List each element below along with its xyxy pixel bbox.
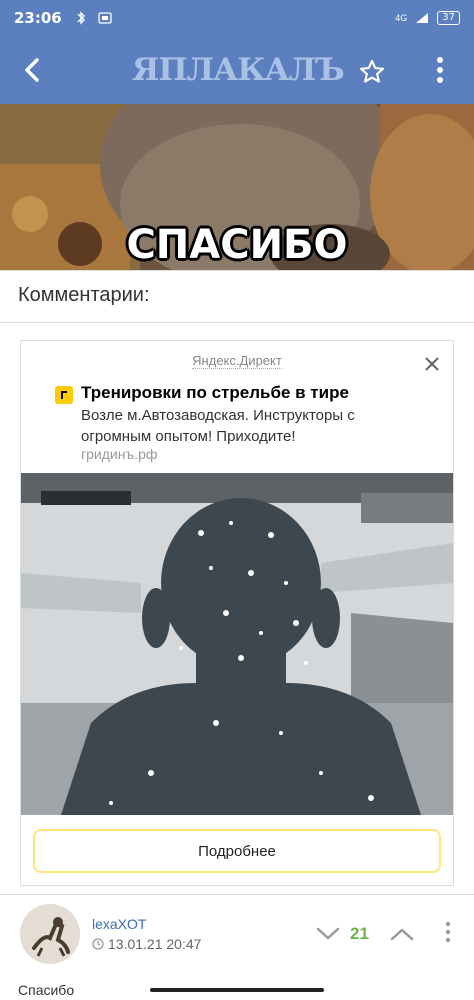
back-arrow-icon xyxy=(25,58,39,82)
home-indicator[interactable] xyxy=(150,988,324,992)
yandex-logo-icon xyxy=(55,386,73,404)
ad-description: Возле м.Автозаводская. Инструкторы с огр… xyxy=(81,407,355,445)
vote-count: 21 xyxy=(350,924,369,943)
comments-heading: Комментарии: xyxy=(18,284,150,306)
comment-date: 13.01.21 20:47 xyxy=(108,936,202,952)
next-comment-text: Спасибо xyxy=(18,982,75,998)
more-vertical-icon xyxy=(437,57,443,83)
close-icon xyxy=(425,357,439,371)
signal-icon xyxy=(415,11,429,25)
battery-indicator: 37 xyxy=(437,11,460,25)
app-bar: ЯПЛАКАЛЪ xyxy=(0,36,474,104)
ad-details-button[interactable]: Подробнее xyxy=(33,829,441,873)
comment-item: lexaXOT 13.01.21 20:47 21 xyxy=(0,896,474,976)
comment-menu-button[interactable] xyxy=(440,918,456,946)
status-bar: 23:06 4G 37 xyxy=(0,0,474,36)
divider xyxy=(0,270,474,271)
nfc-icon xyxy=(98,11,112,25)
chevron-up-icon xyxy=(390,928,414,941)
ad-source-label[interactable]: Яндекс.Директ xyxy=(192,353,282,369)
star-icon xyxy=(359,59,385,83)
avatar-image xyxy=(20,904,80,964)
ad-domain[interactable]: гридинъ.рф xyxy=(81,446,157,462)
ad-card[interactable]: Яндекс.Директ Тренировки по стрельбе в т… xyxy=(20,340,454,886)
back-button[interactable] xyxy=(0,36,64,104)
more-vertical-icon xyxy=(445,921,451,943)
divider xyxy=(0,322,474,323)
bluetooth-icon xyxy=(74,11,88,25)
comment-username[interactable]: lexaXOT xyxy=(92,916,146,932)
app-logo: ЯПЛАКАЛЪ xyxy=(132,52,345,88)
divider xyxy=(0,894,474,895)
ad-title[interactable]: Тренировки по стрельбе в тире xyxy=(81,383,349,403)
overflow-menu-button[interactable] xyxy=(420,50,460,90)
avatar[interactable] xyxy=(20,904,80,964)
chevron-down-icon xyxy=(316,927,340,940)
vote-up-button[interactable] xyxy=(388,922,416,946)
post-image[interactable]: СПАСИБО xyxy=(0,104,474,270)
vote-down-button[interactable] xyxy=(314,922,342,946)
shooting-target-photo xyxy=(21,473,453,815)
status-time: 23:06 xyxy=(14,9,62,27)
image-caption: СПАСИБО xyxy=(126,222,348,268)
favorite-button[interactable] xyxy=(352,52,392,92)
clock-icon xyxy=(92,938,104,950)
network-label: 4G xyxy=(395,13,408,23)
ad-close-button[interactable] xyxy=(421,353,443,375)
ad-image[interactable] xyxy=(21,473,453,815)
